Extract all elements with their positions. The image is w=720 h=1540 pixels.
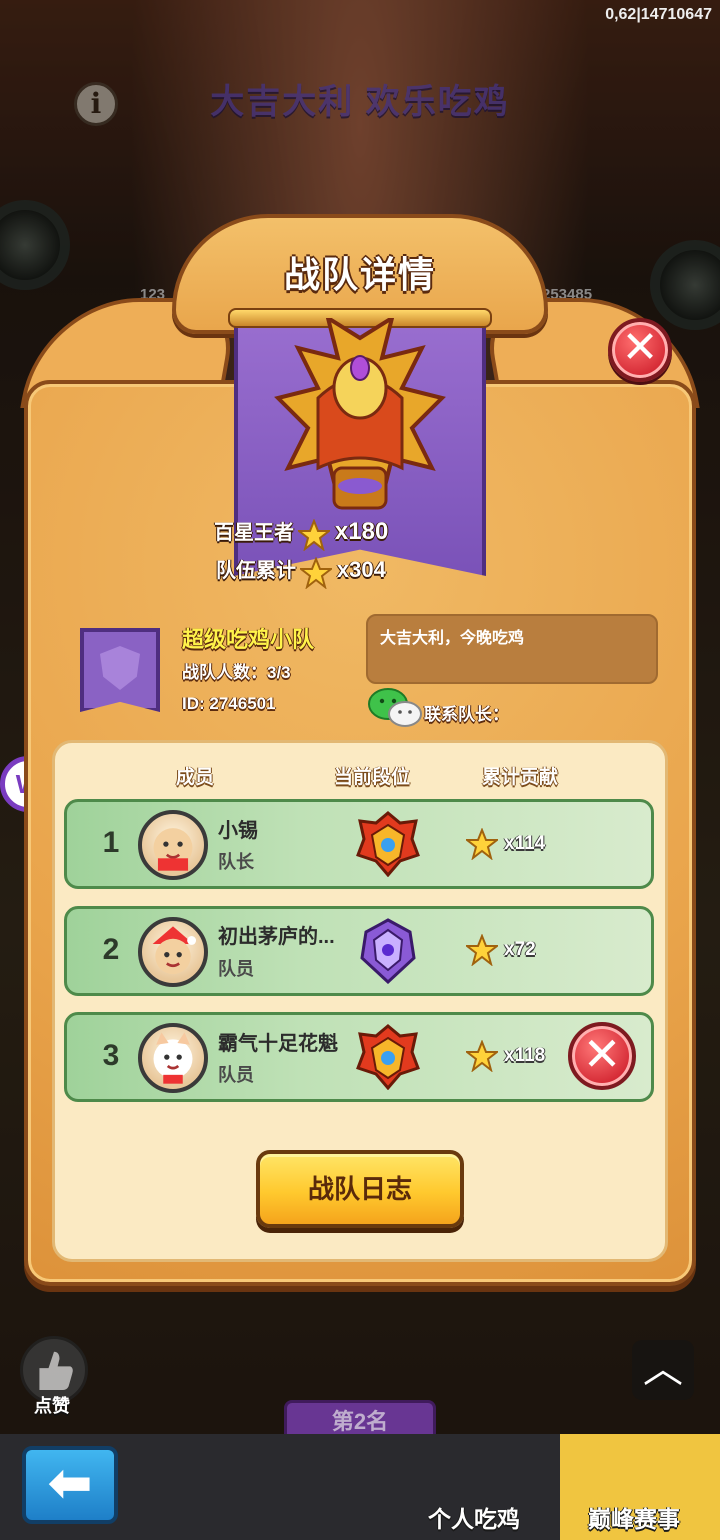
member-role: 队员 xyxy=(218,959,254,979)
scroll-up-button[interactable]: ︿ xyxy=(632,1340,694,1400)
chevron-up-icon: ︿ xyxy=(643,1347,683,1391)
corner-code: 0,62|14710647 xyxy=(605,6,712,23)
kick-member-button[interactable]: ✕ xyxy=(568,1022,636,1090)
member-contribution: x72 xyxy=(504,939,536,960)
king-value: x180 xyxy=(334,518,389,545)
close-icon: ✕ xyxy=(582,1028,622,1080)
tab-personal[interactable]: 个人吃鸡 xyxy=(428,1500,520,1534)
rank-badge-icon xyxy=(356,811,420,877)
total-value: x304 xyxy=(336,557,386,582)
member-name: 初出茅庐的... xyxy=(218,926,335,948)
header-member: 成员 xyxy=(176,767,215,788)
total-label: 队伍累计 xyxy=(216,560,296,582)
star-icon xyxy=(466,828,498,860)
king-label: 百星王者 xyxy=(214,522,294,544)
like-label: 点赞 xyxy=(34,1396,70,1416)
back-button[interactable]: ⬅ xyxy=(22,1446,118,1524)
member-role: 队员 xyxy=(218,1065,254,1085)
member-role: 队长 xyxy=(218,852,254,872)
dialog-title: 战队详情 xyxy=(283,254,436,295)
member-contribution: x118 xyxy=(504,1045,546,1066)
team-name: 超级吃鸡小队 xyxy=(182,627,315,652)
tab-peak[interactable]: 巅峰赛事 xyxy=(588,1500,680,1534)
rank-badge-icon xyxy=(360,918,416,984)
member-rank: 2 xyxy=(102,933,120,966)
star-icon xyxy=(298,518,331,551)
avatar[interactable] xyxy=(138,810,208,880)
member-name: 霸气十足花魁 xyxy=(218,1033,338,1055)
contact-captain-label: 联系队长： xyxy=(424,705,509,724)
team-slogan: 大吉大利，今晚吃鸡 xyxy=(366,614,658,684)
close-button[interactable]: ✕ xyxy=(608,318,672,382)
rank-badge-icon xyxy=(356,1024,420,1090)
member-rank: 3 xyxy=(102,1039,120,1072)
member-name: 小锡 xyxy=(218,820,258,842)
close-icon: ✕ xyxy=(621,323,659,372)
member-rank: 1 xyxy=(102,826,120,859)
header-contribution: 累计贡献 xyxy=(482,767,559,788)
back-arrow-icon: ⬅ xyxy=(47,1453,93,1513)
avatar[interactable] xyxy=(138,1023,208,1093)
member-contribution: x114 xyxy=(504,833,546,854)
team-id: ID: 2746501 xyxy=(182,694,276,713)
team-log-button[interactable]: 战队日志 xyxy=(256,1150,464,1228)
team-member-count: 战队人数：3/3 xyxy=(182,663,291,682)
avatar[interactable] xyxy=(138,917,208,987)
wechat-icon[interactable] xyxy=(368,688,422,728)
star-icon xyxy=(300,556,333,589)
star-icon xyxy=(466,1040,498,1072)
dragon-emblem-icon xyxy=(274,318,446,510)
header-rank: 当前段位 xyxy=(334,767,411,788)
star-icon xyxy=(466,934,498,966)
